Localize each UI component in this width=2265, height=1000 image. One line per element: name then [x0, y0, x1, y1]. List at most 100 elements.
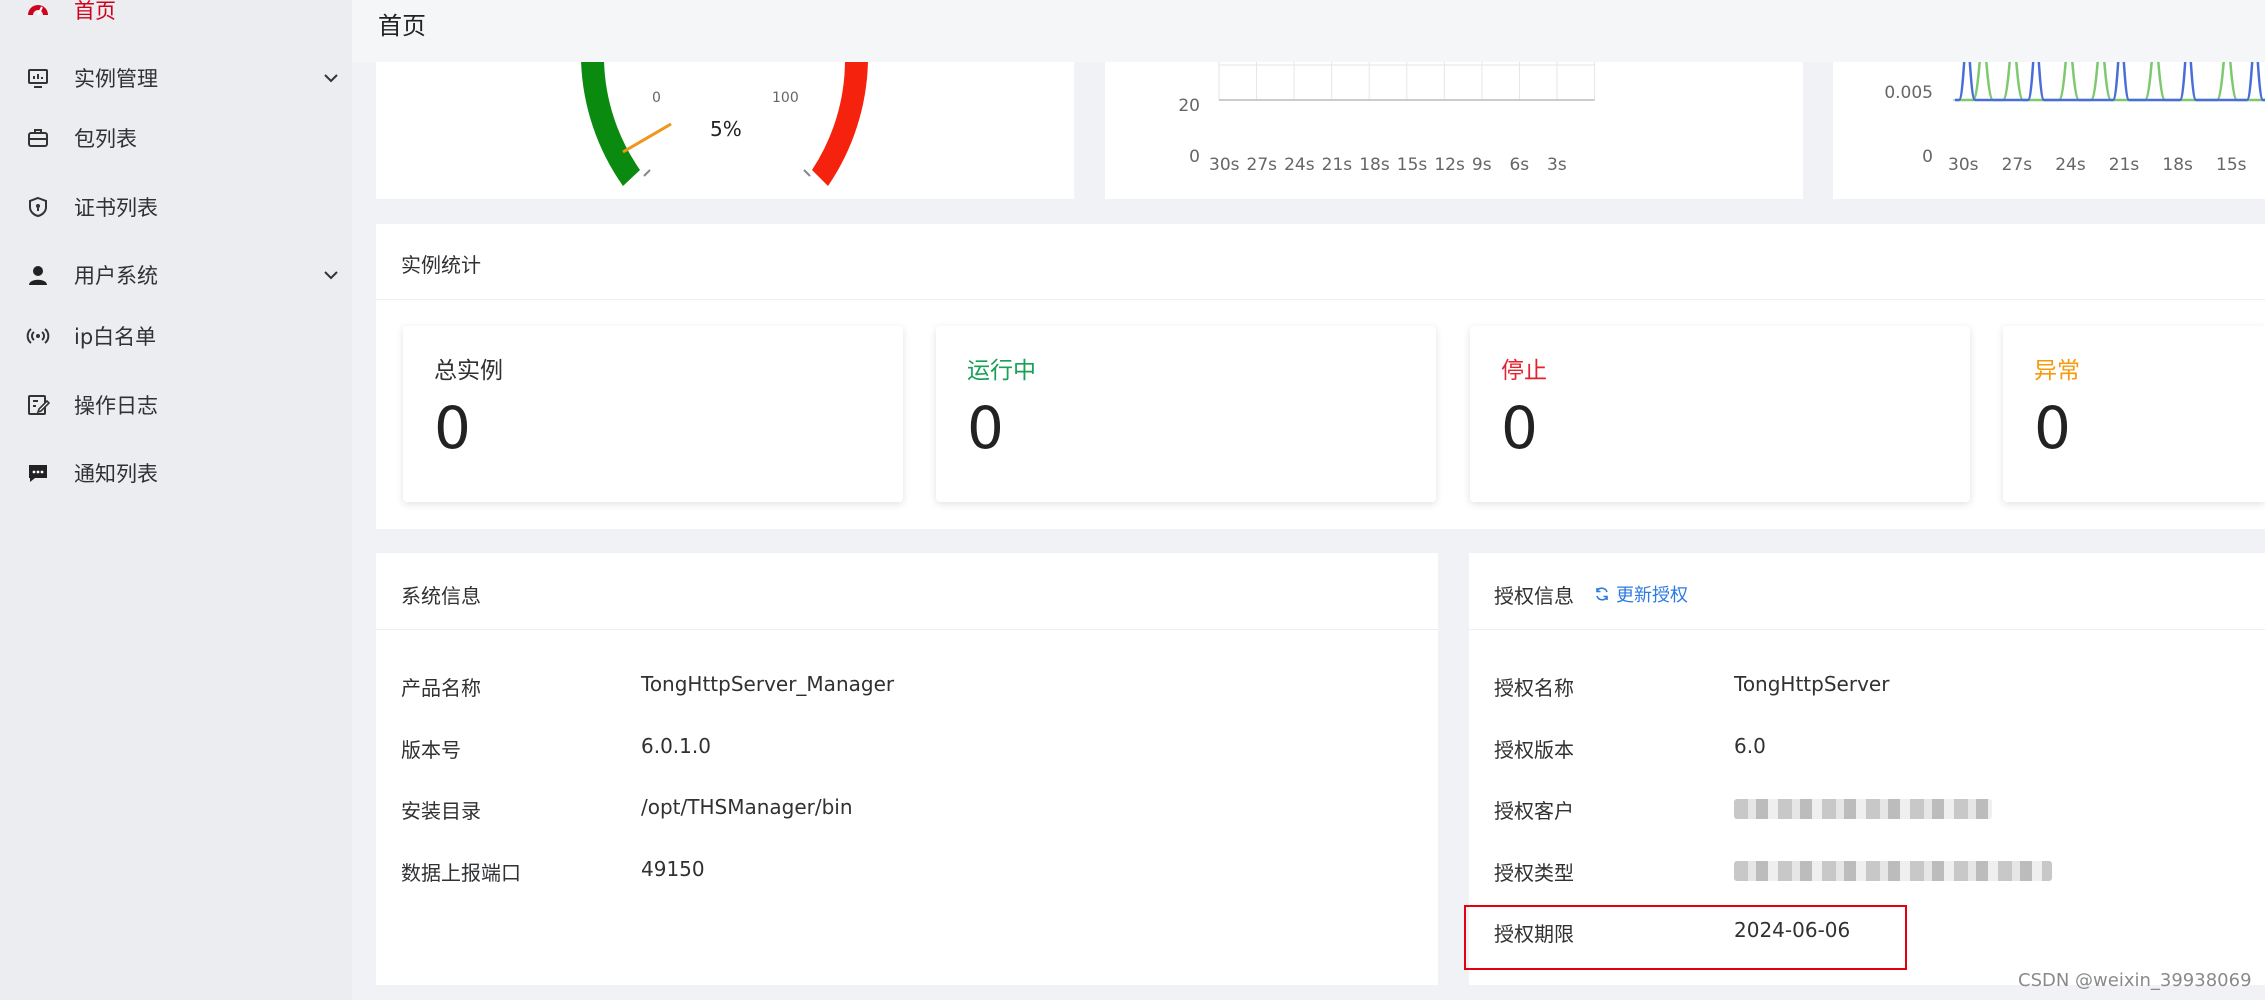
info-label: 数据上报端口: [401, 861, 521, 885]
gauge-value-label: 5%: [710, 117, 742, 141]
sidebar-item-label: 实例管理: [74, 67, 158, 91]
stat-card-stopped[interactable]: 停止 0: [1470, 326, 1970, 502]
x-tick-label: 18s: [1359, 155, 1390, 175]
x-tick-label: 15s: [1397, 155, 1428, 175]
stat-card-abnormal[interactable]: 异常 0: [2003, 326, 2265, 502]
sidebar-item-label: 首页: [74, 0, 116, 23]
redacted-type-value: [1734, 861, 2052, 881]
gauge-pointer: [622, 122, 672, 154]
instance-stats-title: 实例统计: [401, 253, 481, 277]
x-tick-label: 6s: [1509, 155, 1529, 175]
certificate-icon: [29, 196, 47, 218]
broadcast-icon: [26, 328, 50, 344]
y-tick-label: 0.005: [1884, 83, 1933, 103]
sidebar-item-label: 操作日志: [74, 394, 158, 418]
info-label: 产品名称: [401, 676, 481, 700]
info-value: TongHttpServer: [1734, 672, 1890, 696]
edit-log-icon: [28, 395, 50, 415]
refresh-license-label: 更新授权: [1616, 585, 1688, 606]
annotation-highlight-box: [1464, 905, 1907, 970]
sidebar-item-label: ip白名单: [74, 325, 157, 349]
stat-label: 异常: [2034, 358, 2080, 384]
stat-card-running[interactable]: 运行中 0: [936, 326, 1436, 502]
sidebar: 首页 实例管理 包列表 证书列表 用户系统 ip白名单 操作日志 通知列表: [0, 0, 352, 1000]
stat-value: 0: [2034, 394, 2071, 462]
series-line-green: [1955, 62, 2265, 102]
x-tick-label: 24s: [2055, 155, 2086, 175]
stat-card-total[interactable]: 总实例 0: [403, 326, 903, 502]
divider: [376, 629, 1438, 630]
license-info-title: 授权信息: [1494, 584, 1574, 608]
series-line-blue: [1955, 62, 2265, 102]
sidebar-item-instances[interactable]: 实例管理: [0, 48, 352, 108]
stat-label: 运行中: [967, 358, 1036, 384]
system-info-panel: 系统信息 产品名称 TongHttpServer_Manager 版本号 6.0…: [376, 553, 1438, 985]
x-tick-label: 18s: [2162, 155, 2193, 175]
gauge-max-label: 100: [772, 90, 799, 106]
y-tick-label: 0: [1922, 147, 1933, 167]
sidebar-item-packages[interactable]: 包列表: [0, 108, 352, 168]
watermark: CSDN @weixin_39938069: [2018, 970, 2252, 991]
sidebar-item-label: 包列表: [74, 127, 137, 151]
stat-value: 0: [434, 394, 471, 462]
x-tick-label: 27s: [2002, 155, 2033, 175]
page-title: 首页: [378, 12, 426, 40]
info-value: 49150: [641, 857, 705, 881]
sidebar-item-label: 用户系统: [74, 264, 158, 288]
sidebar-item-label: 证书列表: [74, 196, 158, 220]
x-tick-label: 30s: [1948, 155, 1979, 175]
line-chart-card-2: 30s 27s 24s 21s 18s 15s 0 0.005: [1833, 62, 2265, 199]
sidebar-item-ip-whitelist[interactable]: ip白名单: [0, 306, 352, 366]
refresh-icon: [1596, 587, 1608, 601]
info-label: 安装目录: [401, 799, 481, 823]
system-info-title: 系统信息: [401, 584, 481, 608]
info-value: TongHttpServer_Manager: [641, 672, 895, 696]
info-label: 授权版本: [1494, 738, 1574, 762]
divider: [1469, 629, 2265, 630]
x-tick-label: 30s: [1209, 155, 1240, 175]
info-value: /opt/THSManager/bin: [641, 795, 853, 819]
stat-value: 0: [1501, 394, 1538, 462]
gauge-arc-low: [581, 62, 640, 186]
sidebar-item-label: 通知列表: [74, 462, 158, 486]
gauge-chart: 0 100 5%: [581, 62, 868, 186]
info-value: 6.0: [1734, 734, 1766, 758]
x-tick-label: 21s: [1322, 155, 1353, 175]
chevron-down-icon[interactable]: [322, 69, 340, 87]
info-label: 授权类型: [1494, 861, 1574, 885]
line-chart-1: 30s 27s 24s 21s 18s 15s 12s 9s 6s 3s 0 20: [1178, 62, 1596, 175]
y-tick-label: 20: [1178, 96, 1200, 116]
x-tick-label: 3s: [1547, 155, 1567, 175]
info-label: 授权客户: [1494, 799, 1574, 823]
sidebar-item-users[interactable]: 用户系统: [0, 245, 352, 305]
x-tick-label: 27s: [1247, 155, 1278, 175]
info-value: 6.0.1.0: [641, 734, 711, 758]
sidebar-item-notifications[interactable]: 通知列表: [0, 443, 352, 503]
package-icon: [28, 129, 48, 147]
stat-value: 0: [967, 394, 1004, 462]
y-tick-label: 0: [1189, 147, 1200, 167]
refresh-license-button[interactable]: 更新授权: [1594, 581, 1688, 607]
sidebar-item-operation-log[interactable]: 操作日志: [0, 375, 352, 435]
stat-label: 总实例: [434, 358, 503, 384]
line-chart-card-1: 30s 27s 24s 21s 18s 15s 12s 9s 6s 3s 0 20: [1105, 62, 1803, 199]
divider: [376, 299, 2265, 300]
redacted-customer-value: [1734, 799, 1992, 819]
x-tick-label: 21s: [2109, 155, 2140, 175]
x-tick-label: 12s: [1434, 155, 1465, 175]
page-header: 首页: [352, 0, 2265, 62]
x-tick-label: 9s: [1472, 155, 1492, 175]
gauge-arc-high: [812, 62, 868, 186]
gauge-min-label: 0: [652, 90, 661, 106]
user-icon: [29, 266, 47, 285]
message-icon: [29, 465, 47, 482]
sidebar-item-home[interactable]: 首页: [0, 0, 352, 40]
sidebar-item-certificates[interactable]: 证书列表: [0, 177, 352, 237]
cpu-gauge-card: 0 100 5%: [376, 62, 1074, 199]
line-chart-2: 30s 27s 24s 21s 18s 15s 0 0.005: [1884, 62, 2265, 175]
dashboard-icon: [28, 5, 48, 16]
stat-label: 停止: [1501, 358, 1547, 384]
info-label: 版本号: [401, 738, 461, 762]
info-label: 授权名称: [1494, 676, 1574, 700]
chevron-down-icon[interactable]: [322, 266, 340, 284]
